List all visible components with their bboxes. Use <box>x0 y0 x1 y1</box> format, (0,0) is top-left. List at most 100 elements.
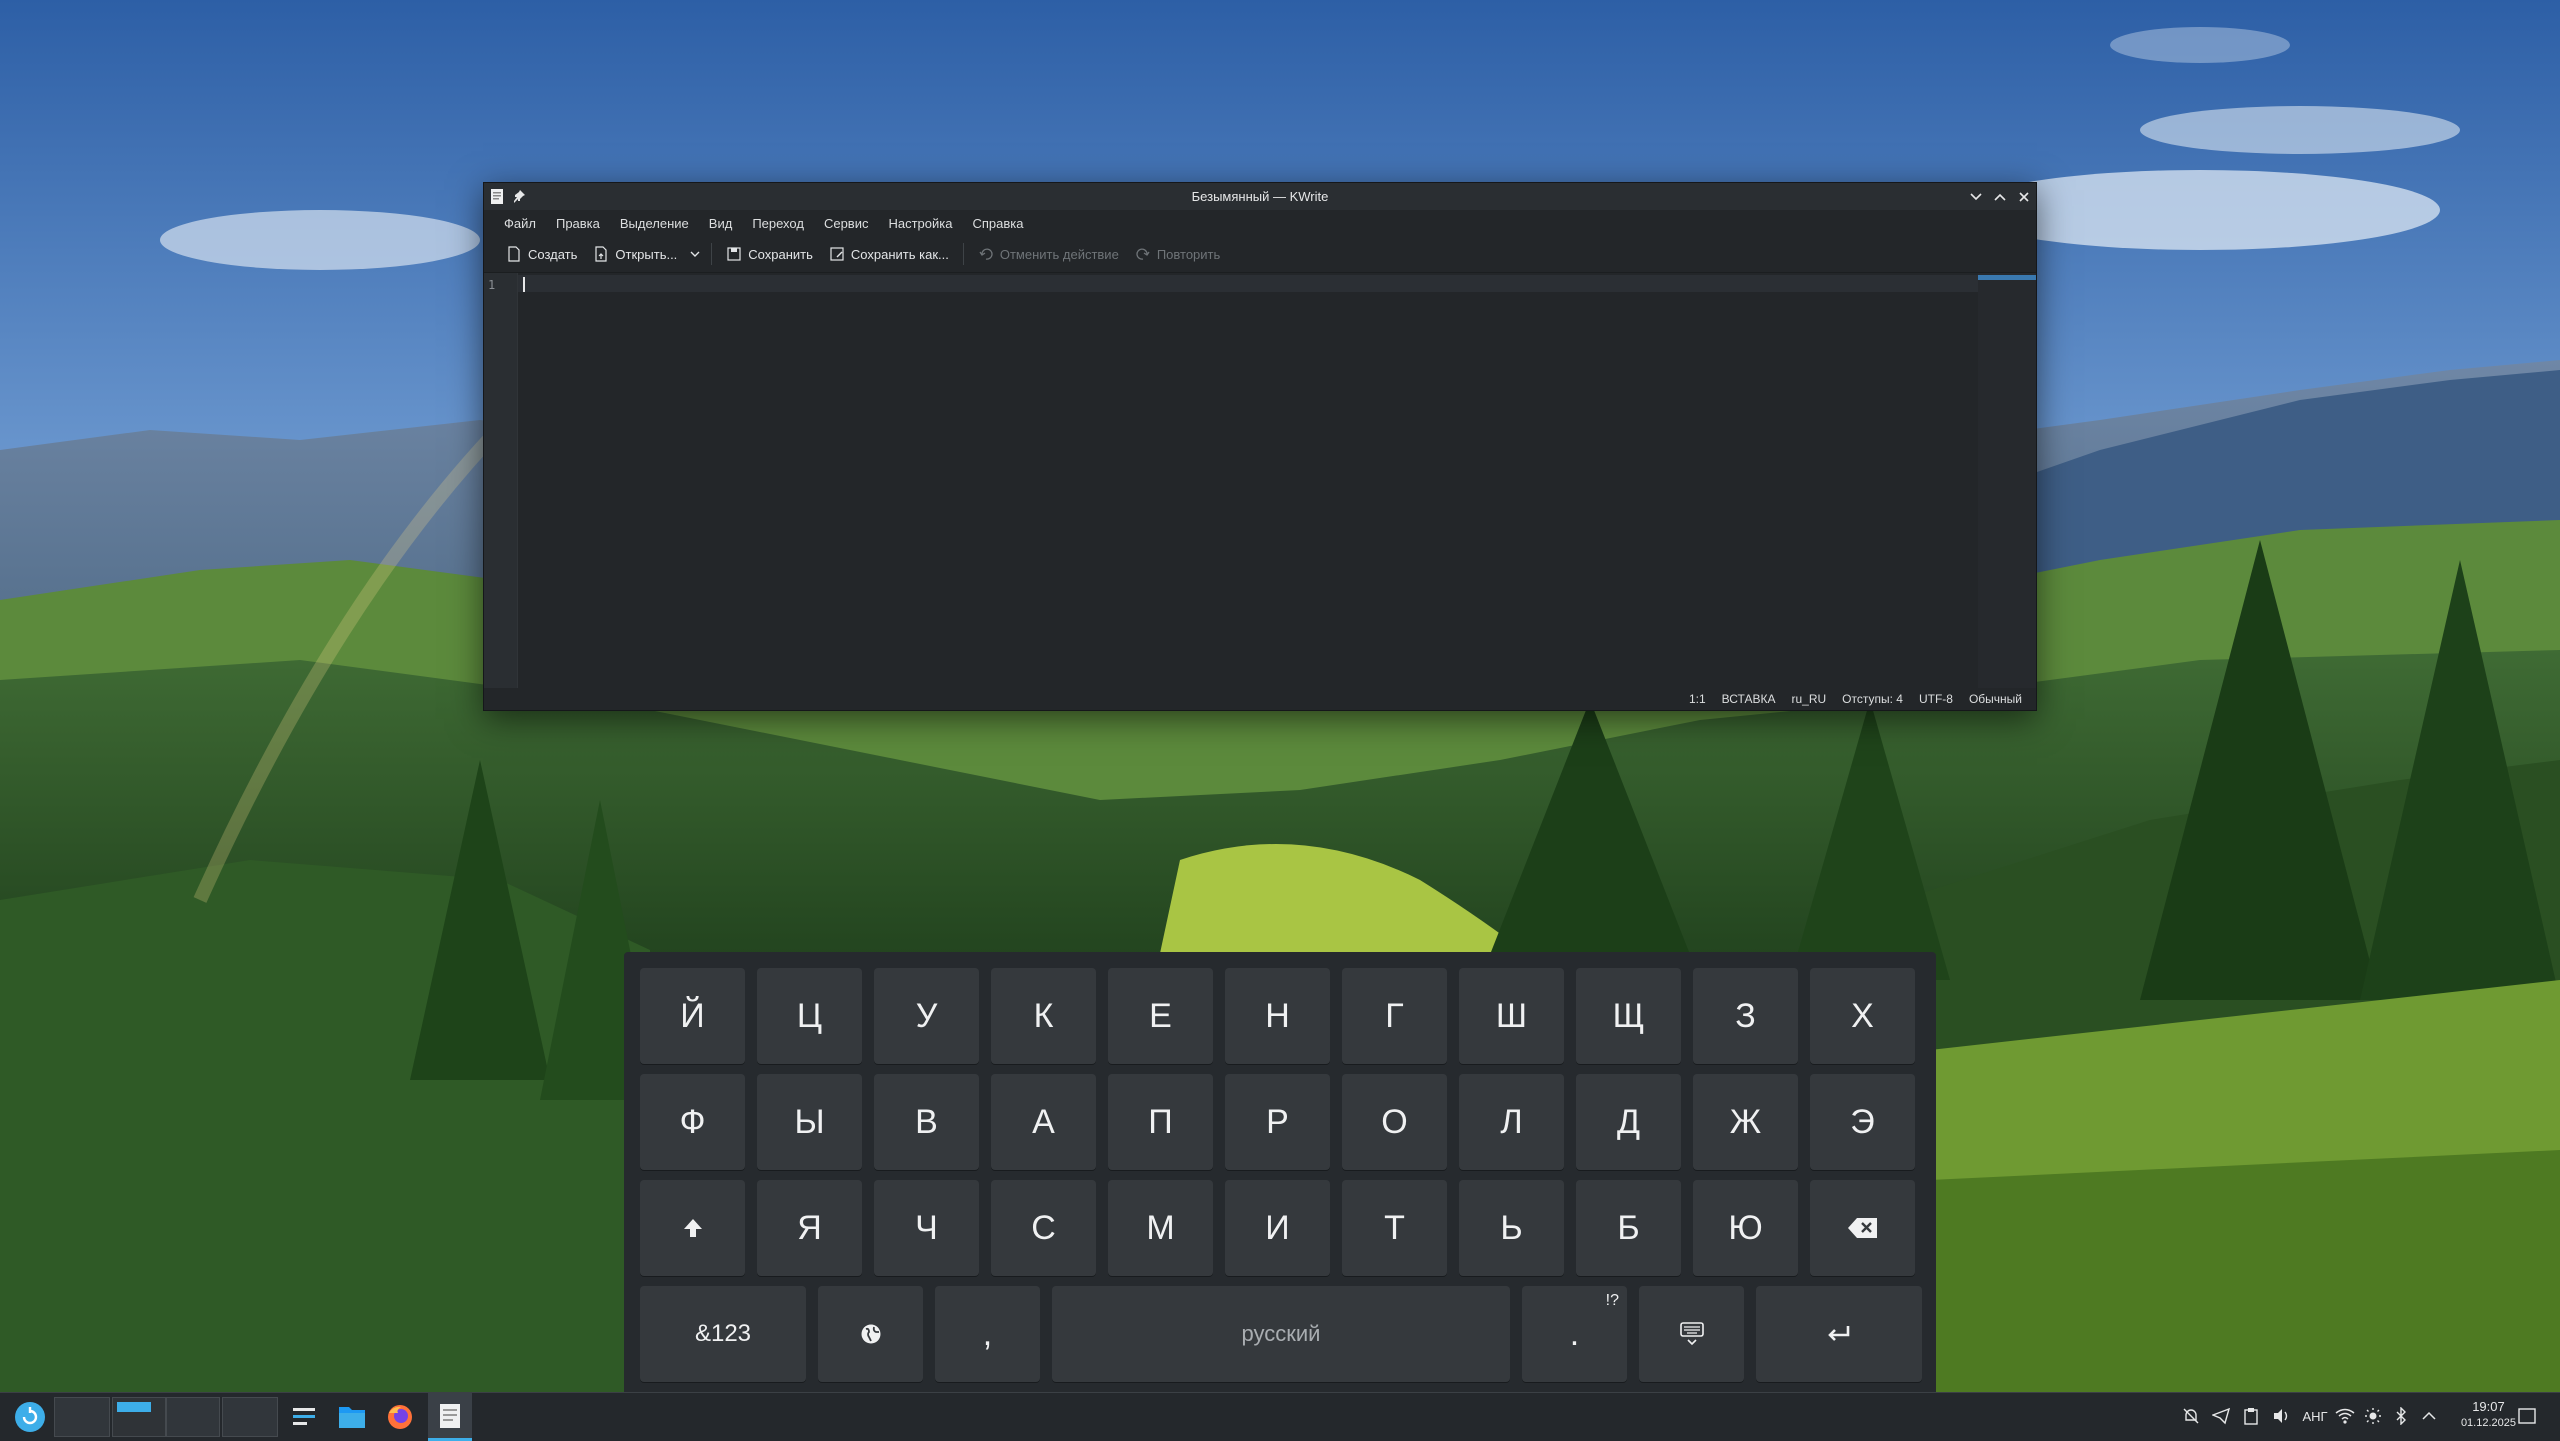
show-desktop-button[interactable] <box>2516 1405 2538 1427</box>
menu-go[interactable]: Переход <box>742 216 814 231</box>
key-row2-6[interactable]: Р <box>1225 1074 1330 1170</box>
kwrite-task[interactable] <box>428 1393 472 1441</box>
scrollbar-minimap[interactable] <box>1978 273 2036 688</box>
key-row3-3[interactable]: С <box>991 1180 1096 1276</box>
virtual-desktop-4[interactable] <box>222 1397 278 1437</box>
key-row2-1[interactable]: Ф <box>640 1074 745 1170</box>
enter-key[interactable] <box>1756 1286 1922 1382</box>
firefox-app[interactable] <box>380 1393 420 1441</box>
virtual-desktop-2[interactable] <box>112 1397 166 1437</box>
save-button[interactable]: Сохранить <box>718 242 821 266</box>
key-row1-2[interactable]: Ц <box>757 968 862 1064</box>
spell-dictionary[interactable]: ru_RU <box>1783 692 1834 706</box>
key-row2-5[interactable]: П <box>1108 1074 1213 1170</box>
key-row3-5[interactable]: И <box>1225 1180 1330 1276</box>
key-row2-9[interactable]: Д <box>1576 1074 1681 1170</box>
task-manager-app[interactable] <box>284 1393 324 1441</box>
key-row3-7[interactable]: Ь <box>1459 1180 1564 1276</box>
text-editor[interactable] <box>518 273 1978 688</box>
desktop-window-thumbnail <box>117 1402 151 1412</box>
close-button[interactable] <box>2014 187 2034 207</box>
clock-time: 19:07 <box>2472 1399 2505 1414</box>
new-button[interactable]: Создать <box>498 242 585 266</box>
menu-edit[interactable]: Правка <box>546 216 610 231</box>
bluetooth-tray-icon[interactable] <box>2390 1405 2412 1427</box>
telegram-tray-icon[interactable] <box>2210 1405 2232 1427</box>
space-key[interactable]: русский <box>1052 1286 1510 1382</box>
key-row2-11[interactable]: Э <box>1810 1074 1915 1170</box>
syntax-mode[interactable]: Обычный <box>1961 692 2030 706</box>
key-row2-8[interactable]: Л <box>1459 1074 1564 1170</box>
shift-key[interactable] <box>640 1180 745 1276</box>
indentation-setting[interactable]: Отступы: 4 <box>1834 692 1911 706</box>
key-row2-10[interactable]: Ж <box>1693 1074 1798 1170</box>
key-row2-7[interactable]: О <box>1342 1074 1447 1170</box>
key-row1-1[interactable]: Й <box>640 968 745 1064</box>
clipboard-tray-icon[interactable] <box>2240 1405 2262 1427</box>
menu-tools[interactable]: Сервис <box>814 216 879 231</box>
key-row2-4[interactable]: А <box>991 1074 1096 1170</box>
digital-clock[interactable]: 19:07 01.12.2025 <box>2461 1398 2516 1432</box>
menu-view[interactable]: Вид <box>699 216 743 231</box>
toolbar-separator <box>962 243 964 265</box>
key-row1-3[interactable]: У <box>874 968 979 1064</box>
key-row1-8[interactable]: Ш <box>1459 968 1564 1064</box>
open-button[interactable]: Открыть... <box>585 242 685 266</box>
key-row1-6[interactable]: Н <box>1225 968 1330 1064</box>
virtual-desktop-1[interactable] <box>54 1397 110 1437</box>
window-titlebar[interactable]: Безымянный — KWrite <box>484 183 2036 210</box>
key-row1-10[interactable]: З <box>1693 968 1798 1064</box>
cursor-position[interactable]: 1:1 <box>1681 692 1714 706</box>
maximize-button[interactable] <box>1990 187 2010 207</box>
menu-file[interactable]: Файл <box>494 216 546 231</box>
menu-selection[interactable]: Выделение <box>610 216 699 231</box>
comma-key[interactable]: , <box>935 1286 1040 1382</box>
new-document-icon <box>508 246 520 262</box>
globe-icon <box>861 1324 880 1344</box>
key-row2-2[interactable]: Ы <box>757 1074 862 1170</box>
period-key[interactable]: . !? <box>1522 1286 1627 1382</box>
key-row1-7[interactable]: Г <box>1342 968 1447 1064</box>
open-document-icon <box>595 246 608 262</box>
symbols-key[interactable]: &123 <box>640 1286 806 1382</box>
minimize-button[interactable] <box>1966 187 1986 207</box>
save-as-button[interactable]: Сохранить как... <box>821 242 957 266</box>
undo-button[interactable]: Отменить действие <box>970 242 1127 266</box>
key-row3-4[interactable]: М <box>1108 1180 1213 1276</box>
virtual-keyboard: Й Ц У К Е Н Г Ш Щ З Х Ф Ы В А П Р О Л Д … <box>624 952 1936 1398</box>
toolbar-separator <box>711 243 713 265</box>
encoding-setting[interactable]: UTF-8 <box>1911 692 1961 706</box>
keyboard-layout-indicator[interactable]: АНГ <box>2298 1405 2332 1427</box>
send-icon <box>2212 1407 2230 1425</box>
key-row1-4[interactable]: К <box>991 968 1096 1064</box>
minimap-viewport[interactable] <box>1978 275 2036 280</box>
key-row3-2[interactable]: Ч <box>874 1180 979 1276</box>
volume-tray-icon[interactable] <box>2270 1405 2292 1427</box>
menu-help[interactable]: Справка <box>962 216 1033 231</box>
menu-settings[interactable]: Настройка <box>878 216 962 231</box>
file-manager-app[interactable] <box>332 1393 372 1441</box>
key-row3-6[interactable]: Т <box>1342 1180 1447 1276</box>
save-as-button-label: Сохранить как... <box>850 246 949 262</box>
key-row2-3[interactable]: В <box>874 1074 979 1170</box>
key-row1-9[interactable]: Щ <box>1576 968 1681 1064</box>
backspace-key[interactable] <box>1810 1180 1915 1276</box>
application-launcher-button[interactable] <box>8 1393 52 1441</box>
redo-button[interactable]: Повторить <box>1127 242 1228 266</box>
current-line-highlight <box>518 275 1978 292</box>
open-dropdown-button[interactable] <box>685 242 705 266</box>
brightness-tray-icon[interactable] <box>2362 1405 2384 1427</box>
key-row3-8[interactable]: Б <box>1576 1180 1681 1276</box>
key-row1-5[interactable]: Е <box>1108 968 1213 1064</box>
notifications-tray-icon[interactable] <box>2180 1405 2202 1427</box>
tray-expander-button[interactable] <box>2418 1405 2440 1427</box>
firefox-icon <box>388 1405 412 1429</box>
language-switch-key[interactable] <box>818 1286 923 1382</box>
network-tray-icon[interactable] <box>2334 1405 2356 1427</box>
key-row3-1[interactable]: Я <box>757 1180 862 1276</box>
key-row1-11[interactable]: Х <box>1810 968 1915 1064</box>
virtual-desktop-3[interactable] <box>166 1397 220 1437</box>
key-row3-9[interactable]: Ю <box>1693 1180 1798 1276</box>
input-mode[interactable]: ВСТАВКА <box>1714 692 1784 706</box>
hide-keyboard-key[interactable] <box>1639 1286 1744 1382</box>
